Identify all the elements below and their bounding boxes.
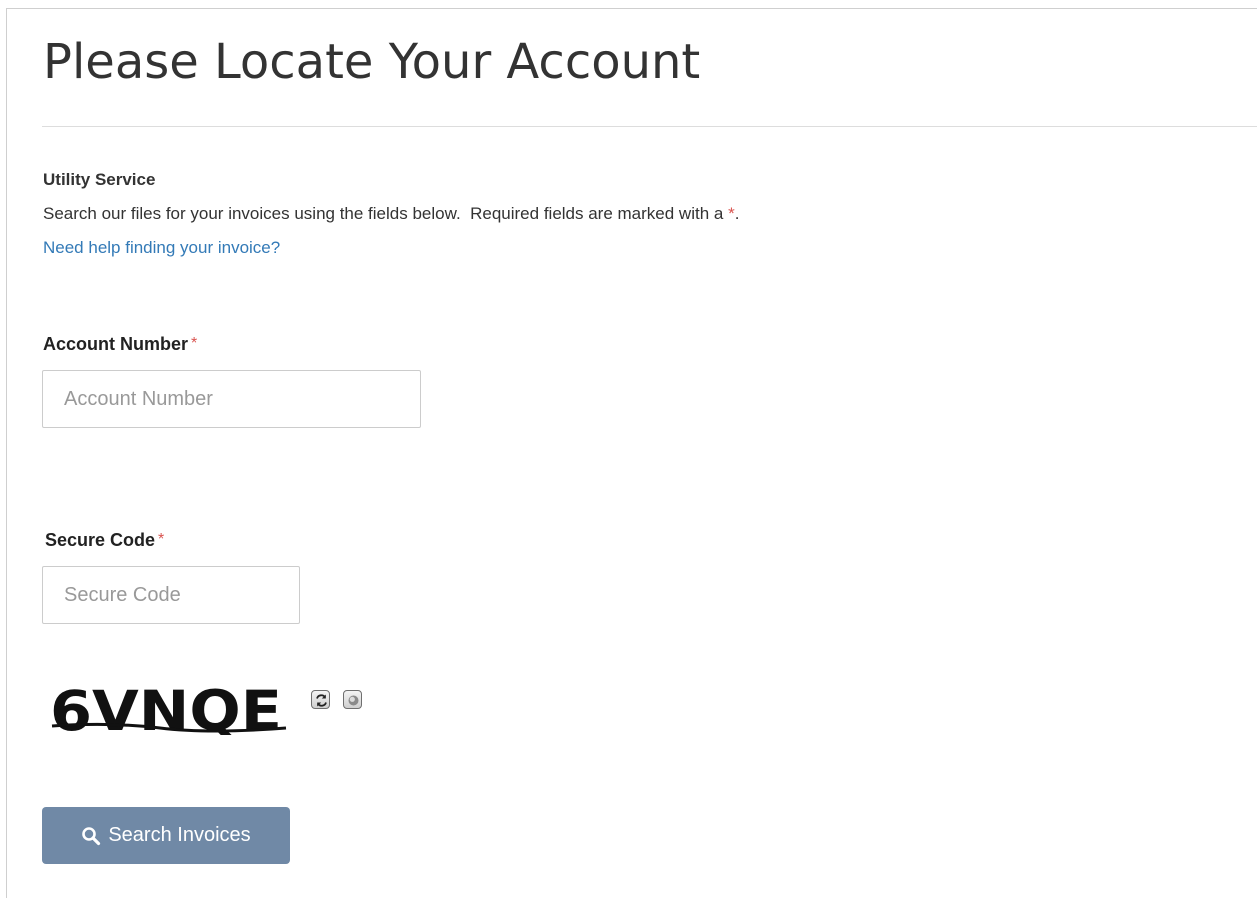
search-icon xyxy=(81,826,101,846)
section-heading: Utility Service xyxy=(43,170,156,189)
audio-icon xyxy=(348,695,359,706)
secure-code-label-text: Secure Code xyxy=(45,530,156,550)
title-divider xyxy=(42,126,1257,127)
help-finding-invoice-link[interactable]: Need help finding your invoice? xyxy=(43,237,280,259)
captcha-audio-button[interactable] xyxy=(343,690,362,709)
page-frame xyxy=(6,8,1257,898)
required-marker: * xyxy=(728,204,735,223)
captcha-refresh-button[interactable] xyxy=(311,690,330,709)
secure-code-input[interactable] xyxy=(42,566,300,624)
intro-text-end: . xyxy=(734,204,740,223)
captcha-text: 6VNQE xyxy=(50,680,282,743)
account-number-required-marker: * xyxy=(191,335,198,352)
intro-text-body: Search our files for your invoices using… xyxy=(43,204,729,223)
account-number-label-text: Account Number xyxy=(43,334,189,354)
secure-code-required-marker: * xyxy=(158,531,165,548)
search-invoices-label: Search Invoices xyxy=(108,824,251,846)
account-number-input[interactable] xyxy=(42,370,421,428)
secure-code-label: Secure Code * xyxy=(45,528,164,552)
page-title: Please Locate Your Account xyxy=(43,34,701,90)
search-invoices-button[interactable]: Search Invoices xyxy=(42,807,290,864)
account-number-label: Account Number * xyxy=(43,332,197,356)
refresh-icon xyxy=(316,694,327,707)
intro-text: Search our files for your invoices using… xyxy=(43,203,739,225)
captcha-image: 6VNQE xyxy=(50,680,287,743)
